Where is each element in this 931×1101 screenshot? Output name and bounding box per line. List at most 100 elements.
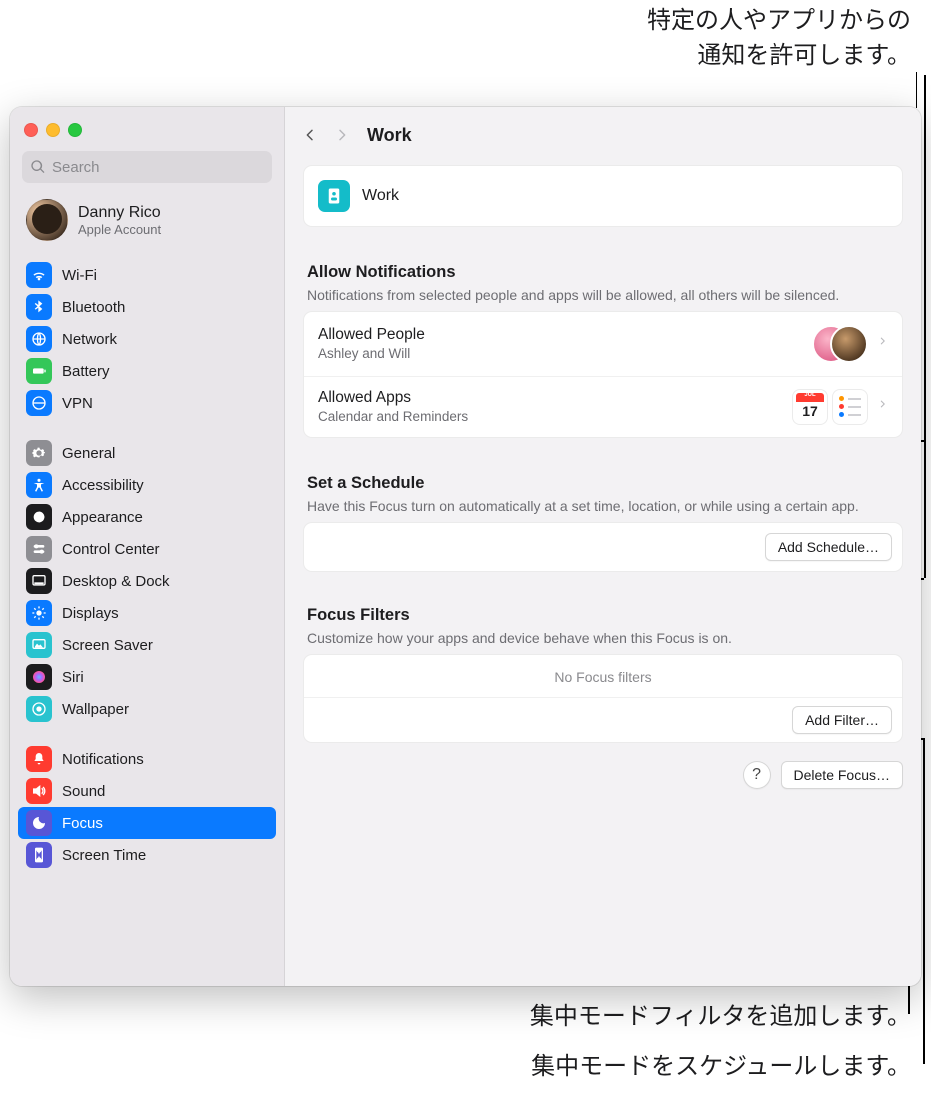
sidebar-item-general[interactable]: General [18,437,276,469]
chevron-right-icon [878,396,888,417]
sidebar-item-label: Focus [62,815,103,832]
people-avatars-icon [814,324,868,364]
schedule-sub: Have this Focus turn on automatically at… [307,497,899,516]
focus-name-card[interactable]: Work [303,165,903,227]
allowed-apps-row[interactable]: Allowed Apps Calendar and Reminders JUL … [304,376,902,437]
allowed-apps-sub: Calendar and Reminders [318,409,780,424]
sidebar-item-screen-saver[interactable]: Screen Saver [18,629,276,661]
main-panel: Work Work Allow Notifications Notificati… [285,107,921,986]
focus-name-label: Work [362,187,399,205]
schedule-header: Set a Schedule Have this Focus turn on a… [303,454,903,522]
allow-notifications-card: Allowed People Ashley and Will Allowed A… [303,311,903,438]
allow-heading: Allow Notifications [307,263,899,282]
sidebar-item-label: Appearance [62,509,143,526]
search-input[interactable]: Search [22,151,272,183]
sidebar-list: Wi-Fi Bluetooth Network Battery VPN General Ac… [10,255,284,897]
filters-card: No Focus filters Add Filter… [303,654,903,743]
nav-forward-button[interactable] [327,121,357,149]
sidebar-item-displays[interactable]: Displays [18,597,276,629]
minimize-window-button[interactable] [46,123,60,137]
sidebar-item-network[interactable]: Network [18,323,276,355]
sidebar-item-notifications[interactable]: Notifications [18,743,276,775]
delete-focus-button[interactable]: Delete Focus… [781,761,903,789]
main-header: Work [285,107,921,159]
sidebar-item-label: Screen Time [62,847,146,864]
chevron-left-icon [302,127,318,143]
sidebar-item-label: General [62,445,115,462]
bt-icon [26,294,52,320]
sidebar-item-label: Sound [62,783,105,800]
acc-icon [26,472,52,498]
help-button[interactable]: ? [743,761,771,789]
sidebar-item-label: Wallpaper [62,701,129,718]
sidebar-item-label: Desktop & Dock [62,573,170,590]
allowed-people-title: Allowed People [318,326,802,344]
sidebar-item-wallpaper[interactable]: Wallpaper [18,693,276,725]
reminders-icon [832,389,868,425]
gear-icon [26,440,52,466]
allowed-people-sub: Ashley and Will [318,346,802,361]
sidebar-item-screen-time[interactable]: Screen Time [18,839,276,871]
allow-sub: Notifications from selected people and a… [307,286,899,305]
sidebar-item-battery[interactable]: Battery [18,355,276,387]
close-window-button[interactable] [24,123,38,137]
sidebar-item-bluetooth[interactable]: Bluetooth [18,291,276,323]
badge-icon [318,180,350,212]
sidebar-item-vpn[interactable]: VPN [18,387,276,419]
bat-icon [26,358,52,384]
siri-icon [26,664,52,690]
sidebar-item-sound[interactable]: Sound [18,775,276,807]
filters-heading: Focus Filters [307,606,899,625]
sidebar-item-label: Notifications [62,751,144,768]
account-sub: Apple Account [78,222,161,237]
net-icon [26,326,52,352]
sidebar-item-label: Battery [62,363,110,380]
sidebar-item-label: Wi-Fi [62,267,97,284]
allowed-apps-title: Allowed Apps [318,389,780,407]
allow-notifications-header: Allow Notifications Notifications from s… [303,243,903,311]
sidebar-item-label: Network [62,331,117,348]
sidebar-item-label: VPN [62,395,93,412]
page-title: Work [367,125,412,146]
sidebar-item-accessibility[interactable]: Accessibility [18,469,276,501]
sidebar-item-appearance[interactable]: Appearance [18,501,276,533]
schedule-heading: Set a Schedule [307,474,899,493]
account-header[interactable]: Danny Rico Apple Account [10,193,284,255]
app-icons: JUL 17 [792,389,868,425]
account-name: Danny Rico [78,204,161,222]
settings-window: Search Danny Rico Apple Account Wi-Fi Blu… [10,107,921,986]
dock-icon [26,568,52,594]
add-schedule-button[interactable]: Add Schedule… [765,533,892,561]
disp-icon [26,600,52,626]
callout-bottom-1: 集中モードフィルタを追加します。 [530,1000,911,1035]
wifi-icon [26,262,52,288]
sidebar-item-label: Displays [62,605,119,622]
sidebar-item-label: Bluetooth [62,299,125,316]
allowed-people-row[interactable]: Allowed People Ashley and Will [304,312,902,376]
appe-icon [26,504,52,530]
sidebar: Search Danny Rico Apple Account Wi-Fi Blu… [10,107,285,986]
add-filter-button[interactable]: Add Filter… [792,706,892,734]
callout-bottom-2: 集中モードをスケジュールします。 [531,1050,911,1085]
filters-header: Focus Filters Customize how your apps an… [303,586,903,654]
search-placeholder: Search [52,159,100,176]
sidebar-item-control-center[interactable]: Control Center [18,533,276,565]
filters-sub: Customize how your apps and device behav… [307,629,899,648]
calendar-icon: JUL 17 [792,389,828,425]
sidebar-item-desktop-dock[interactable]: Desktop & Dock [18,565,276,597]
search-icon [30,159,46,175]
cc-icon [26,536,52,562]
maximize-window-button[interactable] [68,123,82,137]
sidebar-item-focus[interactable]: Focus [18,807,276,839]
sidebar-item-label: Control Center [62,541,160,558]
bell-icon [26,746,52,772]
vpn-icon [26,390,52,416]
chevron-right-icon [334,127,350,143]
focus-icon [26,810,52,836]
nav-back-button[interactable] [295,121,325,149]
sidebar-item-siri[interactable]: Siri [18,661,276,693]
sidebar-item-wi-fi[interactable]: Wi-Fi [18,259,276,291]
user-avatar-icon [26,199,68,241]
ssav-icon [26,632,52,658]
snd-icon [26,778,52,804]
